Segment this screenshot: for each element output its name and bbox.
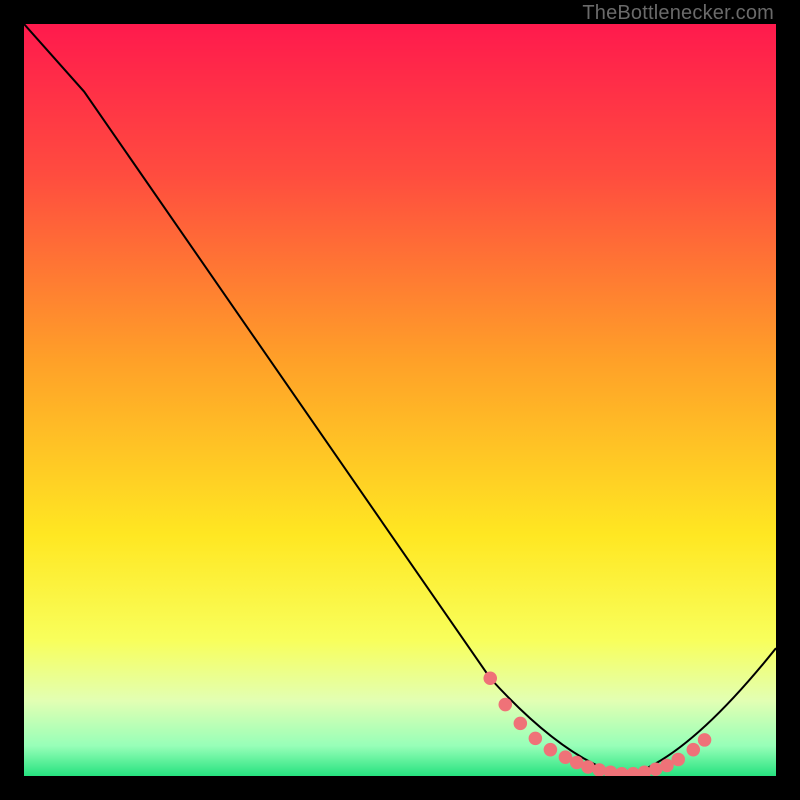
highlight-dot <box>499 698 513 712</box>
highlight-dot <box>544 743 558 757</box>
curve-layer <box>24 24 776 776</box>
highlight-dot <box>483 671 497 685</box>
highlight-dot <box>514 717 528 731</box>
highlight-dot <box>671 753 685 767</box>
highlight-dots <box>483 671 711 776</box>
attribution-label: TheBottlenecker.com <box>582 2 774 25</box>
highlight-dot <box>698 733 712 747</box>
plot-area <box>24 24 776 776</box>
chart-stage: TheBottlenecker.com <box>0 0 800 800</box>
highlight-dot <box>687 743 701 757</box>
highlight-dot <box>529 732 543 746</box>
bottleneck-curve <box>24 24 776 776</box>
